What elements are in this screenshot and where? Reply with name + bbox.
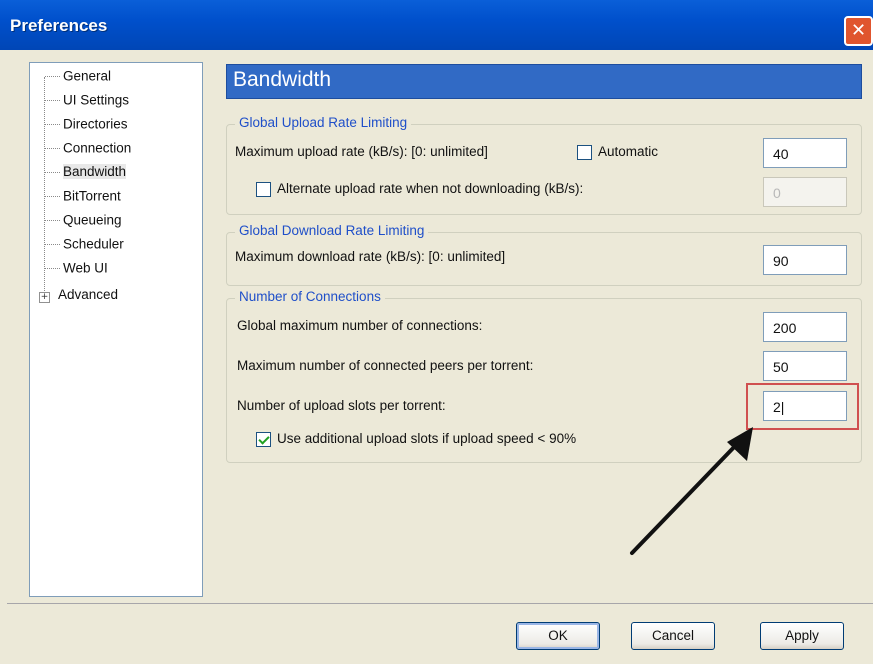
arrow-icon: [630, 427, 753, 555]
preferences-window: Preferences ✕ General UI Settings Direct…: [0, 0, 873, 664]
ok-button[interactable]: OK: [516, 622, 600, 650]
footer-divider: [7, 603, 873, 604]
apply-button[interactable]: Apply: [760, 622, 844, 650]
cancel-button[interactable]: Cancel: [631, 622, 715, 650]
